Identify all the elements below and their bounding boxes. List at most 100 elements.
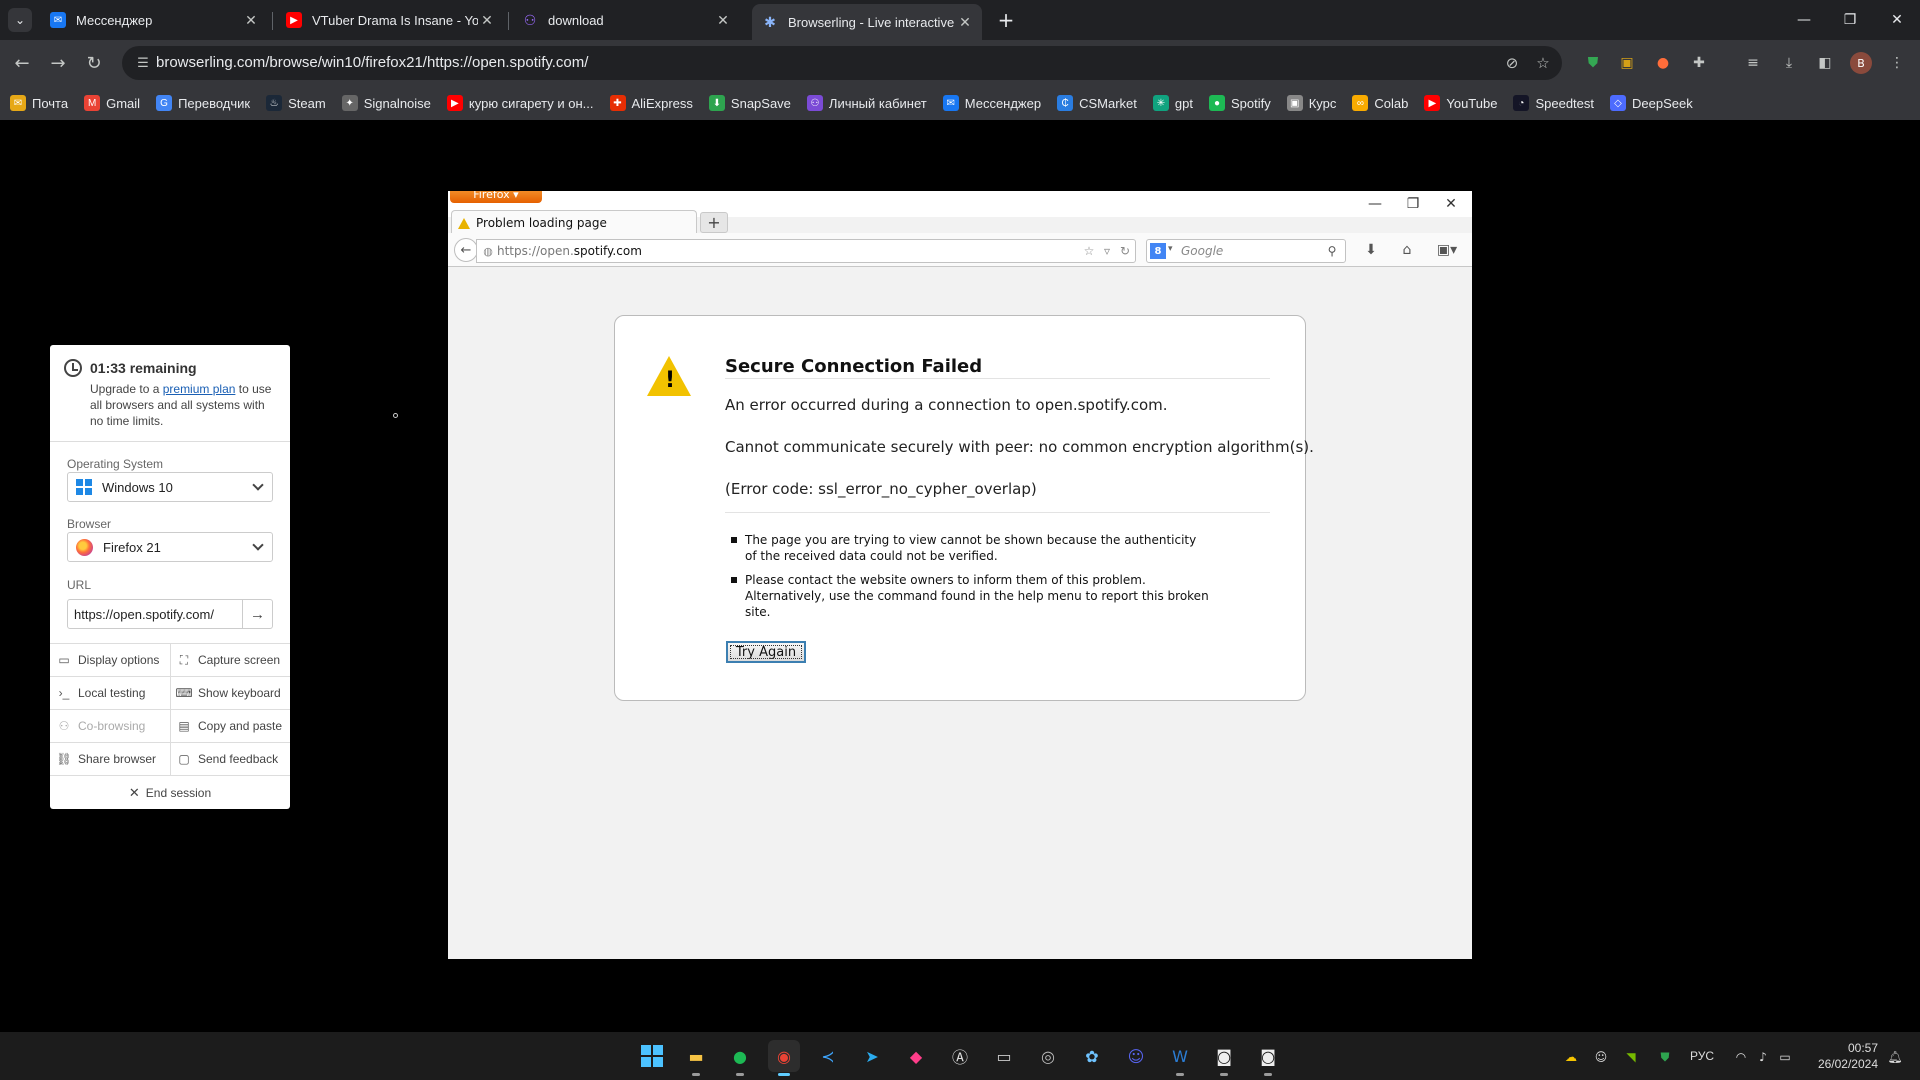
bookmark-item[interactable]: ◔ Speedtest bbox=[1513, 95, 1594, 111]
menu-kebab-icon[interactable]: ⋮ bbox=[1886, 52, 1908, 74]
bookmark-item[interactable]: ∞ Colab bbox=[1352, 95, 1408, 111]
arrow-right-icon[interactable]: → bbox=[242, 600, 272, 628]
back-icon[interactable]: ← bbox=[454, 238, 478, 262]
new-tab-icon[interactable]: + bbox=[994, 8, 1018, 32]
security-icon[interactable]: ⛊ bbox=[1656, 1048, 1674, 1066]
url-input[interactable]: https://open.spotify.com/ → bbox=[67, 599, 273, 629]
system-clock[interactable]: 00:57 26/02/2024 bbox=[1812, 1040, 1878, 1072]
local-testing-button[interactable]: ›_ Local testing bbox=[50, 676, 170, 709]
nvidia-icon[interactable]: ◥ bbox=[1622, 1048, 1640, 1066]
telegram-icon[interactable]: ➤ bbox=[856, 1040, 888, 1072]
bookmarks-menu-icon[interactable]: ▣▾ bbox=[1436, 240, 1458, 260]
bookmark-item[interactable]: ₵ CSMarket bbox=[1057, 95, 1137, 111]
bookmark-item[interactable]: G Переводчик bbox=[156, 95, 250, 111]
word-icon[interactable]: W bbox=[1164, 1040, 1196, 1076]
media-queue-icon[interactable]: ≡ bbox=[1742, 52, 1764, 74]
wifi-icon[interactable]: ◠ bbox=[1732, 1048, 1750, 1066]
url-value[interactable]: https://open.spotify.com/ bbox=[74, 607, 214, 622]
battery-icon[interactable]: ▭ bbox=[1776, 1048, 1794, 1066]
paint-icon[interactable]: ✿ bbox=[1076, 1040, 1108, 1072]
firefox-tab[interactable]: Problem loading page bbox=[451, 210, 697, 235]
download-icon[interactable]: ⬇ bbox=[1360, 240, 1382, 260]
send-feedback-button[interactable]: ▢ Send feedback bbox=[170, 742, 290, 775]
show-keyboard-button[interactable]: ⌨ Show keyboard bbox=[170, 676, 290, 709]
reload-icon[interactable]: ↻ bbox=[82, 51, 106, 75]
extension-icon[interactable]: ▣ bbox=[1616, 52, 1638, 74]
close-icon[interactable]: ✕ bbox=[714, 11, 732, 29]
discord-icon[interactable]: ☺ bbox=[1120, 1040, 1152, 1072]
site-info-icon[interactable]: ☰ bbox=[134, 54, 152, 72]
bookmark-item[interactable]: ▶ курю сигарету и он... bbox=[446, 95, 594, 111]
home-icon[interactable]: ⌂ bbox=[1396, 240, 1418, 260]
bookmark-item[interactable]: ⚇ Личный кабинет bbox=[806, 95, 927, 111]
bookmark-item[interactable]: ▣ Курс bbox=[1286, 95, 1336, 111]
bookmark-item[interactable]: ▶ YouTube bbox=[1424, 95, 1497, 111]
bookmark-star-icon[interactable]: ☆ bbox=[1081, 243, 1097, 259]
shield-extension-icon[interactable]: ⛊ bbox=[1582, 52, 1604, 74]
restore-icon[interactable]: ❐ bbox=[1827, 0, 1873, 40]
engine-dropdown-icon[interactable]: ▾ bbox=[1168, 244, 1173, 254]
history-dropdown-icon[interactable]: ▿ bbox=[1099, 243, 1115, 259]
cast-off-icon[interactable]: ⊘ bbox=[1502, 53, 1522, 73]
tab-download[interactable]: ⚇ download ✕ bbox=[512, 4, 740, 36]
firefox-url-text[interactable]: https://open.spotify.com bbox=[497, 244, 642, 258]
end-session-button[interactable]: ✕ End session bbox=[50, 775, 290, 809]
copy-paste-button[interactable]: ▤ Copy and paste bbox=[170, 709, 290, 742]
chrome-icon[interactable]: ◉ bbox=[768, 1040, 800, 1076]
minimize-icon[interactable]: — bbox=[1781, 0, 1827, 40]
obs-icon[interactable]: ◎ bbox=[1032, 1040, 1064, 1072]
display-options-button[interactable]: ▭ Display options bbox=[50, 643, 170, 676]
bookmark-item[interactable]: ✉ Мессенджер bbox=[942, 95, 1041, 111]
language-indicator[interactable]: РУС bbox=[1690, 1049, 1714, 1063]
profile-avatar[interactable]: B bbox=[1850, 52, 1872, 74]
capture-screen-button[interactable]: ⛶ Capture screen bbox=[170, 643, 290, 676]
remote-firefox-window[interactable]: Firefox ▾ — ❐ ✕ Problem loading page + ←… bbox=[448, 191, 1472, 959]
notification-bell-icon[interactable]: 🔔︎ bbox=[1886, 1048, 1904, 1066]
new-tab-icon[interactable]: + bbox=[700, 212, 728, 233]
tab-youtube[interactable]: ▶ VTuber Drama Is Insane - YouTu ✕ bbox=[276, 4, 504, 36]
reload-icon[interactable]: ↻ bbox=[1117, 243, 1133, 259]
vscode-icon[interactable]: ≺ bbox=[812, 1040, 844, 1072]
close-window-icon[interactable]: ✕ bbox=[1874, 0, 1920, 40]
start-icon[interactable] bbox=[636, 1040, 668, 1072]
bookmark-item[interactable]: M Gmail bbox=[84, 95, 140, 111]
back-icon[interactable]: ← bbox=[10, 51, 34, 75]
spotify-icon[interactable]: ● bbox=[724, 1040, 756, 1076]
co-browsing-button[interactable]: ⚇ Co-browsing bbox=[50, 709, 170, 742]
bookmark-star-icon[interactable]: ☆ bbox=[1533, 53, 1553, 73]
bookmark-item[interactable]: ⬇ SnapSave bbox=[708, 95, 791, 111]
address-text[interactable]: browserling.com/browse/win10/firefox21/h… bbox=[156, 54, 588, 71]
firefox-menu-button[interactable]: Firefox ▾ bbox=[450, 191, 542, 203]
app-store-icon[interactable]: Ⓐ bbox=[944, 1040, 976, 1072]
os-select[interactable]: Windows 10 bbox=[67, 472, 273, 502]
close-icon[interactable]: ✕ bbox=[956, 13, 974, 31]
bookmark-item[interactable]: ● Spotify bbox=[1208, 95, 1271, 111]
terminal-icon[interactable]: ▭ bbox=[988, 1040, 1020, 1072]
tab-browserling[interactable]: ✱ Browserling - Live interactive cr ✕ bbox=[752, 4, 982, 40]
try-again-button[interactable]: Try Again bbox=[726, 641, 806, 663]
search-icon[interactable]: ⚲ bbox=[1324, 243, 1340, 259]
browser-select[interactable]: Firefox 21 bbox=[67, 532, 273, 562]
bookmark-item[interactable]: ✚ AliExpress bbox=[609, 95, 693, 111]
share-browser-button[interactable]: ⛓ Share browser bbox=[50, 742, 170, 775]
download-icon[interactable]: ⤓ bbox=[1778, 52, 1800, 74]
side-panel-icon[interactable]: ◧ bbox=[1814, 52, 1836, 74]
firefox-search-bar[interactable]: 8 ▾ Google ⚲ bbox=[1146, 239, 1346, 263]
bookmark-item[interactable]: ✉ Почта bbox=[10, 95, 68, 111]
bookmark-item[interactable]: ✦ Signalnoise bbox=[341, 95, 431, 111]
discord-tray-icon[interactable]: ☺ bbox=[1592, 1048, 1610, 1066]
file-explorer-icon[interactable]: ▬ bbox=[680, 1040, 712, 1076]
tray-app-icon[interactable]: ☁ bbox=[1562, 1048, 1580, 1066]
bookmark-item[interactable]: ◇ DeepSeek bbox=[1610, 95, 1693, 111]
close-icon[interactable]: ✕ bbox=[478, 11, 496, 29]
bookmark-item[interactable]: ✳ gpt bbox=[1152, 95, 1193, 111]
bookmark-item[interactable]: ♨ Steam bbox=[266, 95, 326, 111]
fire-extension-icon[interactable]: ● bbox=[1652, 52, 1674, 74]
messenger-app-icon[interactable]: ◙ bbox=[1208, 1040, 1240, 1076]
premium-plan-link[interactable]: premium plan bbox=[163, 382, 236, 396]
jetbrains-icon[interactable]: ◆ bbox=[900, 1040, 932, 1072]
puzzle-icon[interactable]: ✚ bbox=[1688, 52, 1710, 74]
forward-icon[interactable]: → bbox=[46, 51, 70, 75]
close-icon[interactable]: ✕ bbox=[242, 11, 260, 29]
messenger-app-icon-2[interactable]: ◙ bbox=[1252, 1040, 1284, 1076]
